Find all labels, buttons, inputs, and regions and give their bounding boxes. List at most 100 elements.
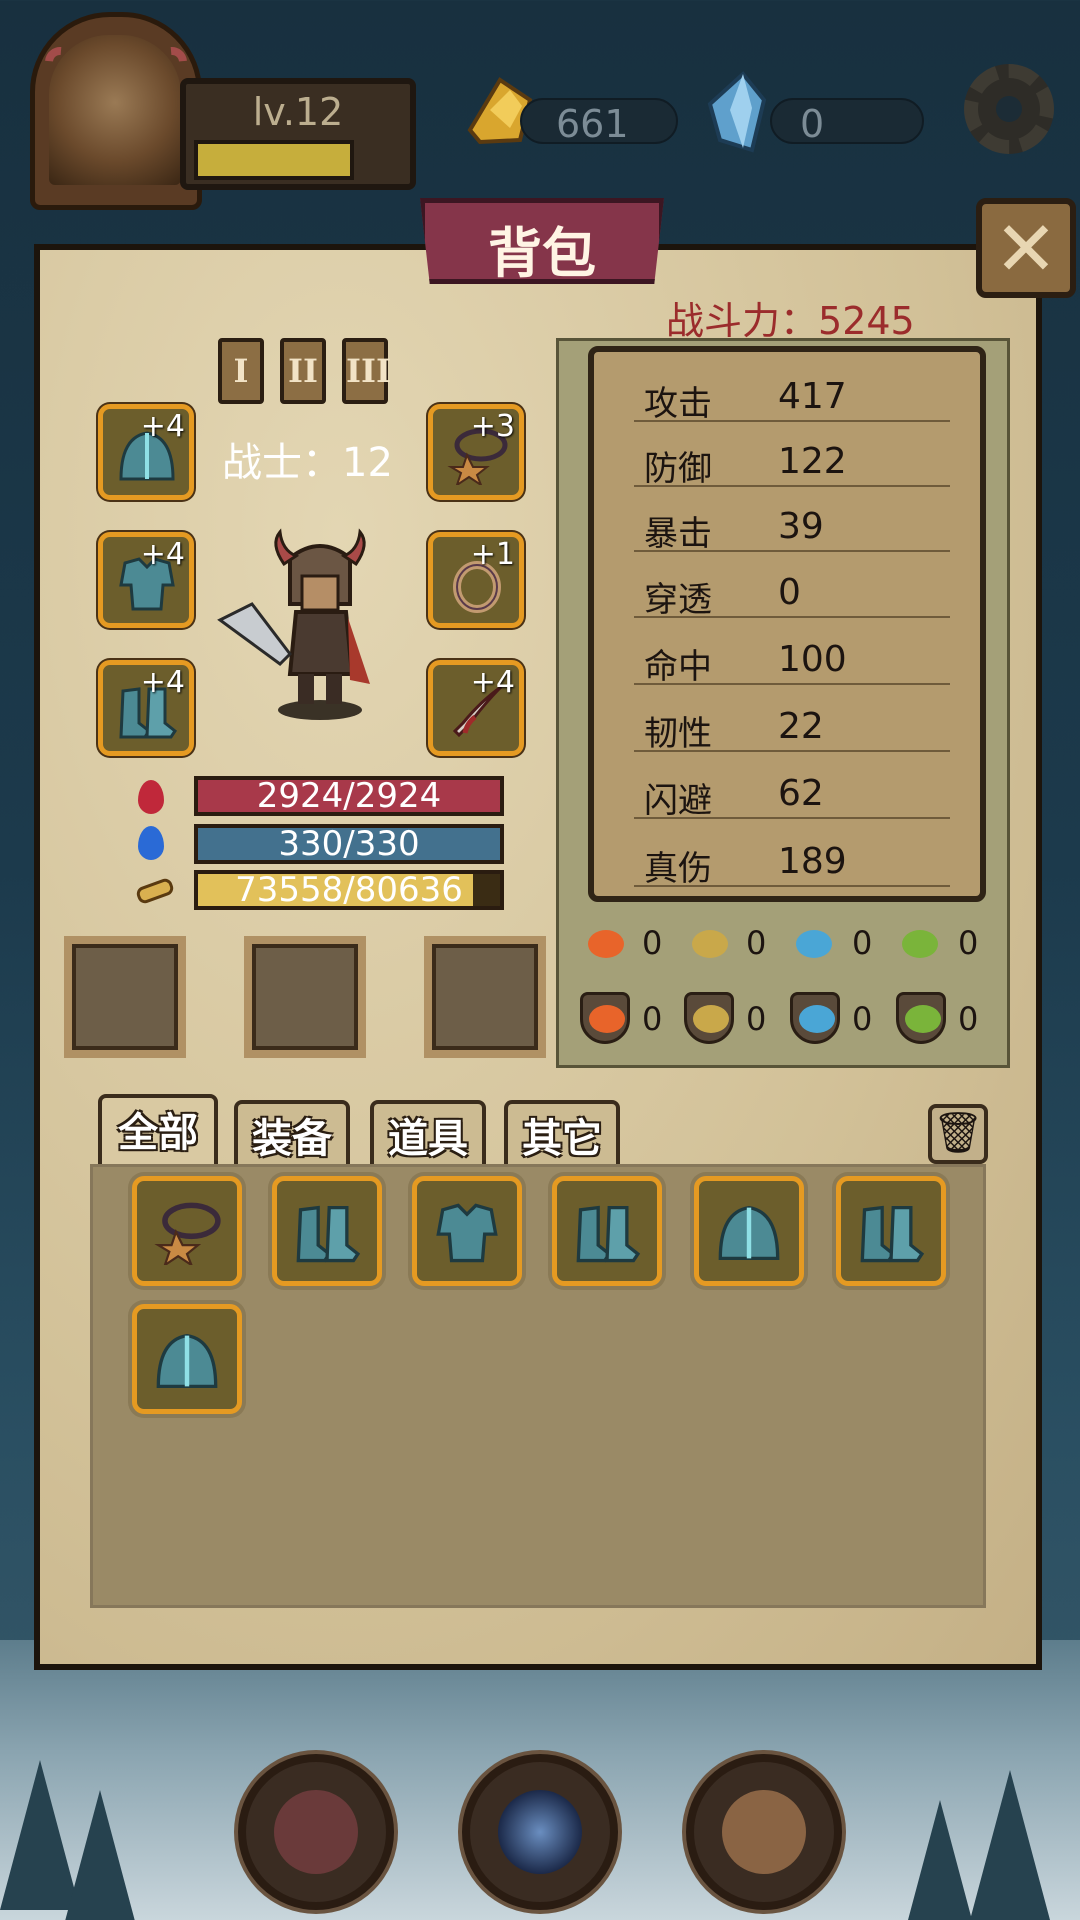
boots-icon	[860, 1205, 925, 1263]
settings-gear-icon[interactable]	[964, 64, 1054, 154]
backpack-icon	[722, 1790, 806, 1874]
power-value: 5245	[818, 299, 915, 343]
wind-shield-icon	[896, 992, 946, 1044]
stat-name: 攻击	[644, 384, 712, 424]
equip-slot-necklace[interactable]: +3	[428, 404, 524, 500]
level-box: lv.12	[180, 78, 416, 190]
exp-text: 73558/80636	[235, 870, 463, 910]
stat-row-penetration: 穿透 0	[634, 558, 950, 622]
enhance-level: +4	[140, 409, 185, 444]
inventory-item-armor[interactable]	[412, 1176, 522, 1286]
stat-row-crit: 暴击 39	[634, 492, 950, 556]
stat-value: 62	[778, 773, 824, 814]
fire-icon	[588, 930, 624, 958]
title-banner: 背包	[420, 198, 664, 284]
fire-value: 0	[642, 924, 663, 962]
inventory-item-helmet[interactable]	[132, 1304, 242, 1414]
combat-power: 战斗力：5245	[666, 290, 915, 345]
stat-row-dodge: 闪避 62	[634, 759, 950, 823]
level-text: lv.12	[252, 90, 344, 134]
stat-row-defense: 防御 122	[634, 427, 950, 491]
water-resist-value: 0	[852, 1000, 873, 1038]
stat-value: 100	[778, 639, 847, 680]
stat-row-true-damage: 真伤 189	[634, 827, 950, 891]
hp-drop-icon	[138, 780, 164, 814]
player-avatar[interactable]	[30, 12, 202, 210]
boots-icon	[576, 1205, 641, 1263]
earth-shield-icon	[684, 992, 734, 1044]
gold-counter: 661	[520, 98, 678, 146]
water-shield-icon	[790, 992, 840, 1044]
hp-bar: 2924/2924	[194, 776, 504, 816]
wind-value: 0	[958, 924, 979, 962]
empty-slot[interactable]	[252, 944, 358, 1050]
inventory-item-boots[interactable]	[836, 1176, 946, 1286]
inventory-item-necklace[interactable]	[132, 1176, 242, 1286]
stat-value: 122	[778, 441, 847, 482]
panel-title: 背包	[488, 221, 596, 285]
class-name: 战士：	[222, 440, 342, 486]
water-value: 0	[852, 924, 873, 962]
medal-nav-button[interactable]	[238, 1754, 394, 1910]
portal-icon	[498, 1790, 582, 1874]
stat-row-attack: 攻击 417	[634, 362, 950, 426]
class-level: 战士：12	[222, 430, 393, 488]
earth-icon	[692, 930, 728, 958]
tab-all[interactable]: 全部	[98, 1094, 218, 1170]
stat-value: 189	[778, 841, 847, 882]
empty-slot[interactable]	[72, 944, 178, 1050]
equip-slot-boots[interactable]: +4	[98, 660, 194, 756]
enhance-level: +3	[470, 409, 515, 444]
tier-button-3[interactable]: III	[342, 338, 391, 404]
equip-slot-helmet[interactable]: +4	[98, 404, 194, 500]
stat-name: 穿透	[644, 580, 712, 620]
close-icon: ✕	[994, 203, 1058, 293]
equip-slot-ring[interactable]: +1	[428, 532, 524, 628]
stat-name: 防御	[644, 449, 712, 489]
close-button[interactable]: ✕	[976, 198, 1076, 298]
trash-icon[interactable]: 🗑	[928, 1104, 988, 1164]
stat-name: 韧性	[644, 714, 712, 754]
stat-name: 闪避	[644, 781, 712, 821]
level-progress-bar	[194, 140, 354, 180]
gold-value: 661	[556, 102, 629, 146]
inventory-item-boots[interactable]	[272, 1176, 382, 1286]
equip-slot-weapon[interactable]: +4	[428, 660, 524, 756]
equip-slot-armor[interactable]: +4	[98, 532, 194, 628]
stat-value: 0	[778, 572, 801, 613]
class-level-value: 12	[342, 440, 393, 486]
tier-button-2[interactable]: II	[280, 338, 326, 404]
stat-value: 22	[778, 706, 824, 747]
crystal-value: 0	[800, 102, 825, 146]
enhance-level: +4	[140, 665, 185, 700]
enhance-level: +4	[470, 665, 515, 700]
fire-resist-value: 0	[642, 1000, 663, 1038]
mp-drop-icon	[138, 826, 164, 860]
background-tree	[60, 1790, 140, 1920]
background-tree	[970, 1770, 1050, 1920]
stat-name: 命中	[644, 647, 712, 687]
wind-icon	[902, 930, 938, 958]
inventory-item-boots[interactable]	[552, 1176, 662, 1286]
mp-bar: 330/330	[194, 824, 504, 864]
exp-bar: 73558/80636	[194, 870, 504, 910]
helmet-icon	[156, 1333, 218, 1389]
medal-icon	[274, 1790, 358, 1874]
portal-nav-button[interactable]	[462, 1754, 618, 1910]
stat-name: 暴击	[644, 514, 712, 554]
background-tree	[900, 1800, 980, 1920]
stats-box: 攻击 417 防御 122 暴击 39 穿透 0 命中 100 韧性 22 闪避 62 真伤 1…	[588, 346, 986, 902]
inventory-item-helmet[interactable]	[694, 1176, 804, 1286]
helmet-icon	[718, 1205, 780, 1261]
empty-slot[interactable]	[432, 944, 538, 1050]
stat-value: 39	[778, 506, 824, 547]
earth-resist-value: 0	[746, 1000, 767, 1038]
stat-row-toughness: 韧性 22	[634, 692, 950, 756]
hero-character	[210, 524, 410, 724]
wind-resist-value: 0	[958, 1000, 979, 1038]
power-label: 战斗力：	[666, 299, 819, 343]
tier-button-1[interactable]: I	[218, 338, 264, 404]
backpack-nav-button[interactable]	[686, 1754, 842, 1910]
stat-name: 真伤	[644, 849, 712, 889]
enhance-level: +1	[470, 537, 515, 572]
